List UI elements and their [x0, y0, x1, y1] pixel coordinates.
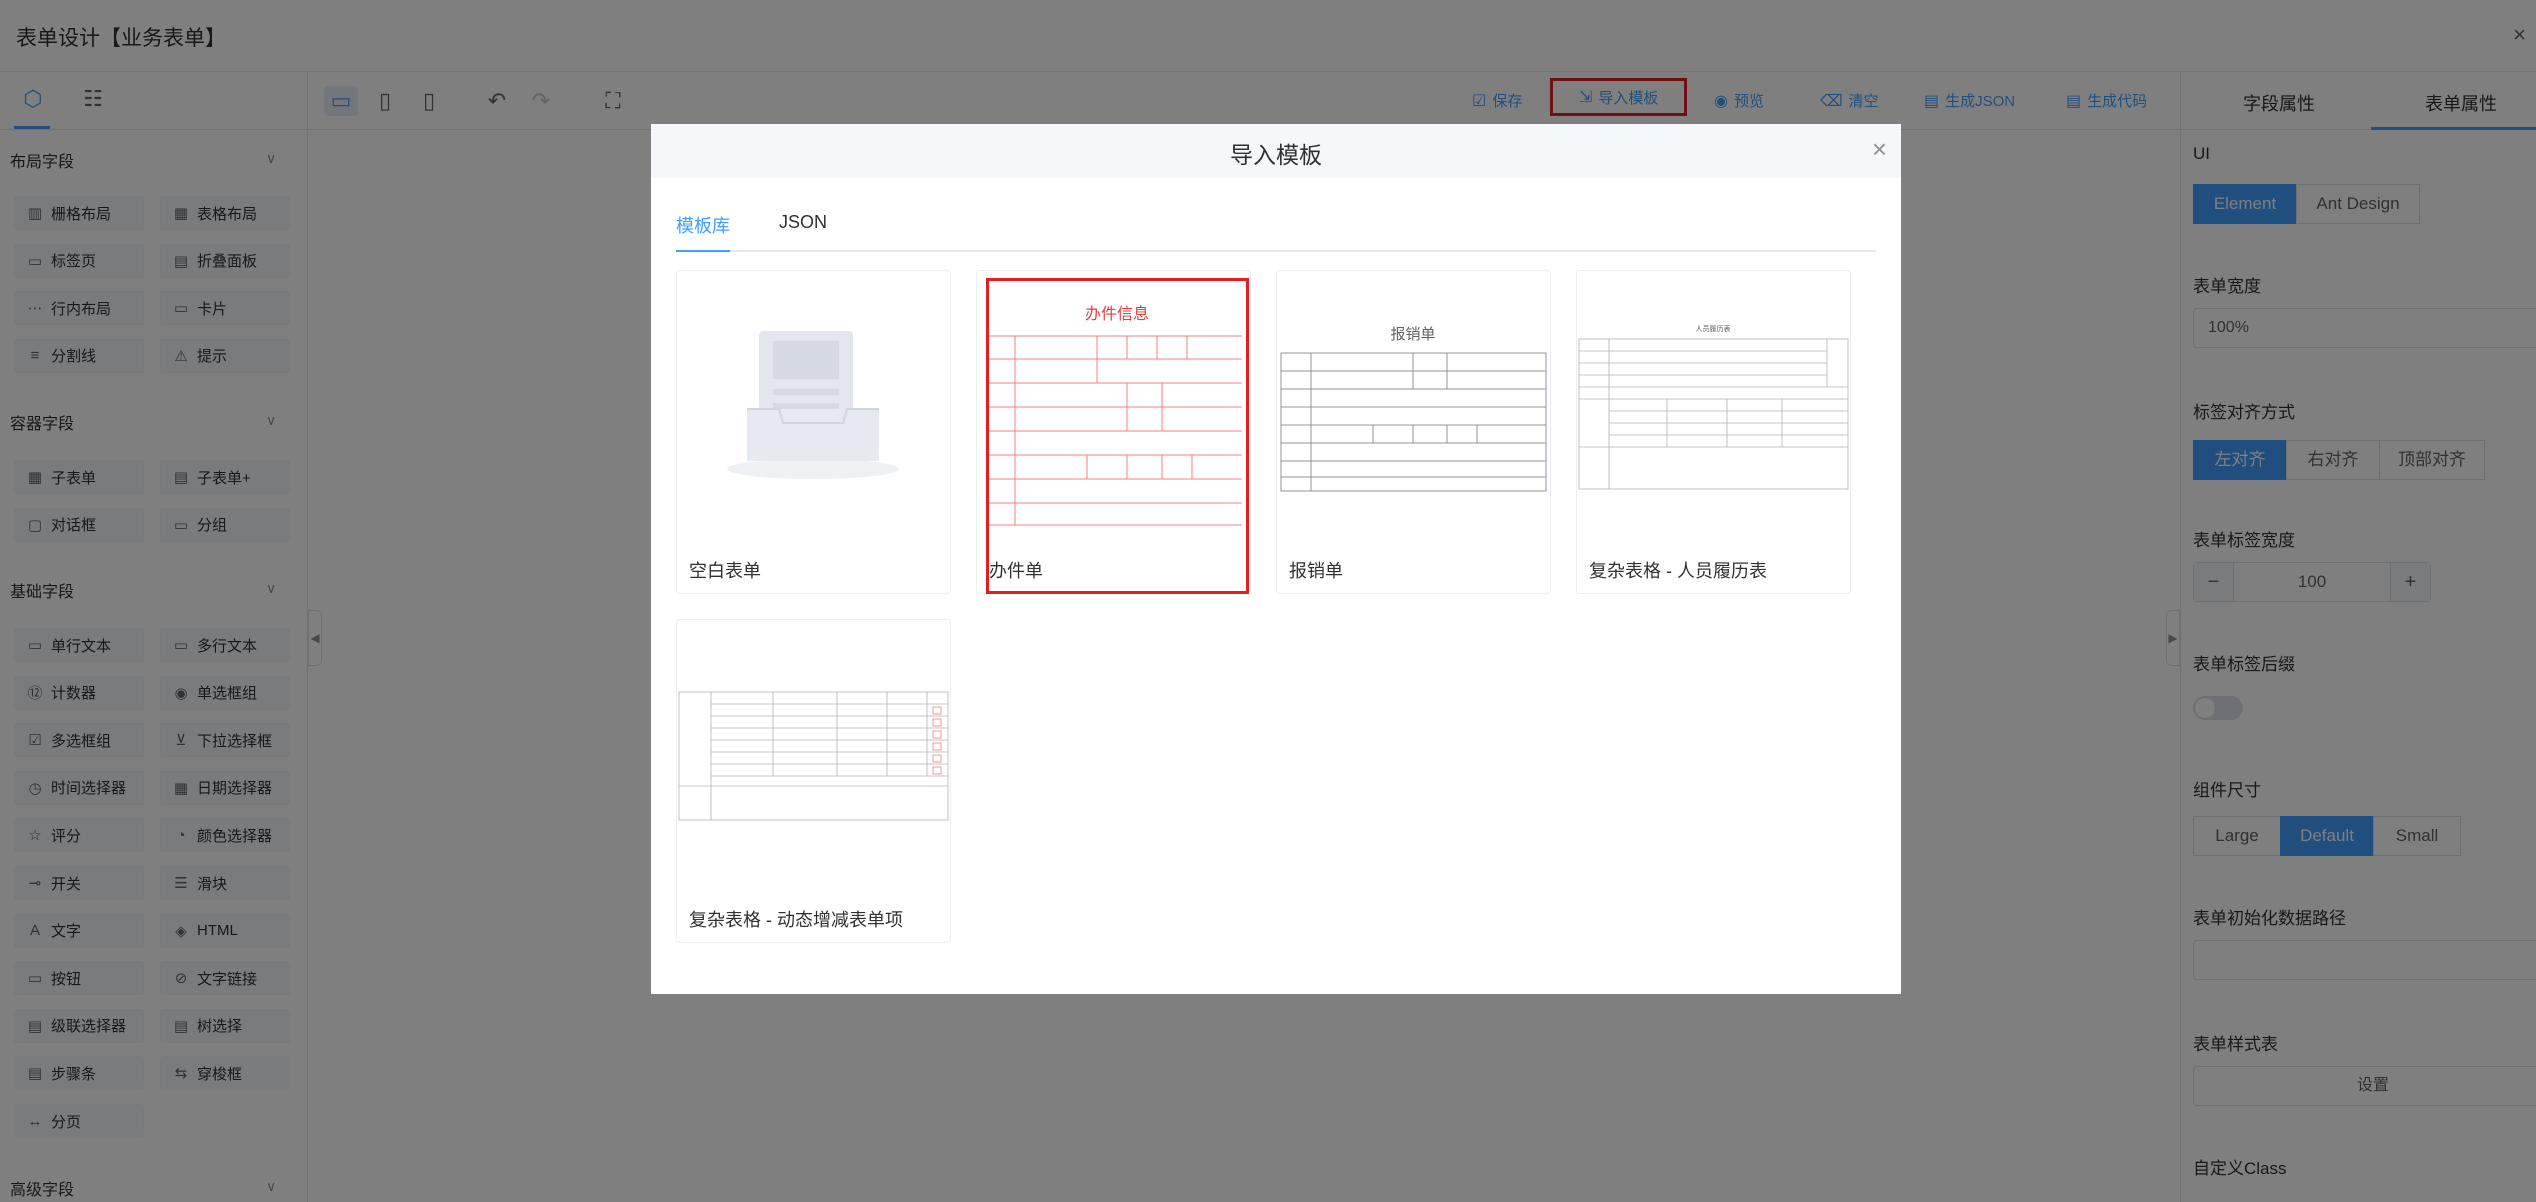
dialog-title: 导入模板 — [1230, 142, 1322, 168]
tab-template-library[interactable]: 模板库 — [676, 212, 730, 238]
active-tab-indicator — [676, 250, 730, 252]
template-card-resume[interactable]: 人员履历表 复杂表格 - 人员履历表 — [1576, 270, 1851, 594]
dialog-tabs: 模板库 JSON — [676, 212, 1876, 252]
template-name: 办件单 — [989, 561, 1043, 581]
template-card-expense[interactable]: 报销单 报销单 — [1276, 270, 1551, 594]
template-card-dynamic[interactable]: 复杂表格 - 动态增减表单项 — [676, 619, 951, 943]
dynamic-form-thumbnail — [678, 691, 949, 821]
highlight-frame — [986, 278, 1249, 594]
template-name: 空白表单 — [689, 561, 761, 581]
svg-text:人员履历表: 人员履历表 — [1696, 324, 1731, 333]
template-card-blank[interactable]: 空白表单 — [676, 270, 951, 594]
expense-form-thumbnail: 报销单 — [1280, 325, 1547, 492]
template-name: 复杂表格 - 人员履历表 — [1589, 561, 1767, 581]
template-card-office[interactable]: 办件信息 办件单 — [976, 270, 1251, 594]
import-template-dialog: 导入模板 × 模板库 JSON 空白表单 办件信息 办件单 报销单 报销单 人员… — [651, 124, 1901, 994]
resume-form-thumbnail: 人员履历表 — [1578, 324, 1849, 490]
tab-json[interactable]: JSON — [779, 212, 827, 233]
close-icon[interactable]: × — [1872, 136, 1887, 162]
template-name: 复杂表格 - 动态增减表单项 — [689, 910, 903, 930]
inbox-icon — [727, 331, 899, 479]
template-name: 报销单 — [1289, 561, 1343, 581]
dialog-header: 导入模板 × — [651, 124, 1901, 178]
svg-text:报销单: 报销单 — [1390, 325, 1435, 343]
